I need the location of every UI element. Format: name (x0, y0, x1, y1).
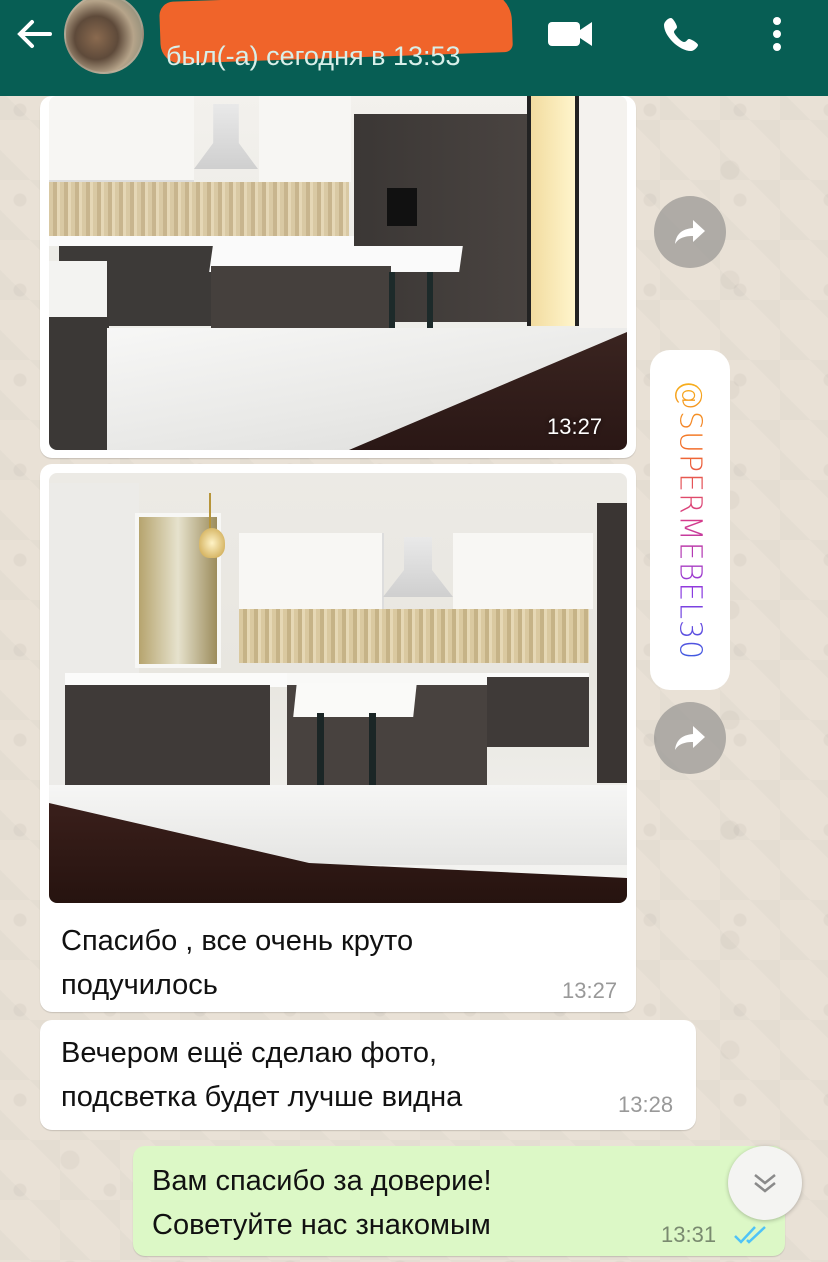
chevron-double-down-icon (754, 1174, 776, 1193)
message-bubble-text[interactable]: Вечером ещё сделаю фото, подсветка будет… (40, 1020, 696, 1130)
video-camera-icon[interactable] (546, 12, 596, 56)
watermark-text: @SUPERMEBEL30 (672, 379, 708, 661)
message-time: 13:27 (562, 978, 618, 1003)
phone-icon[interactable] (656, 12, 706, 56)
forward-icon (675, 220, 705, 244)
more-vertical-icon[interactable] (752, 12, 802, 56)
message-bubble-image-caption[interactable]: Спасибо , все очень круто подучилось 13:… (40, 464, 636, 1012)
scroll-to-bottom-button[interactable] (728, 1146, 802, 1220)
kitchen-photo[interactable] (49, 473, 627, 903)
message-bubble-image[interactable]: 13:27 (40, 96, 636, 458)
message-text-line-2: подсветка будет лучше видна (61, 1081, 463, 1113)
forward-button[interactable] (654, 196, 726, 268)
message-time: 13:28 (618, 1092, 674, 1117)
message-text-line-1: Вам спасибо за доверие! (152, 1165, 492, 1197)
message-caption-line-1: Спасибо , все очень круто (61, 925, 414, 957)
message-time: 13:31 (661, 1222, 717, 1247)
avatar[interactable] (64, 0, 144, 74)
chat-header: был(-а) сегодня в 13:53 (0, 0, 828, 96)
instagram-watermark: @SUPERMEBEL30 (650, 350, 730, 690)
kitchen-photo[interactable]: 13:27 (49, 96, 627, 450)
last-seen-status: был(-а) сегодня в 13:53 (166, 41, 461, 71)
message-time: 13:27 (547, 414, 603, 439)
arrow-left-icon[interactable] (14, 16, 54, 52)
read-ticks-icon (733, 1224, 769, 1251)
forward-icon (675, 726, 705, 750)
message-text-line-1: Вечером ещё сделаю фото, (61, 1037, 438, 1069)
forward-button[interactable] (654, 702, 726, 774)
message-caption-line-2: подучилось (61, 969, 218, 1001)
message-text-line-2: Советуйте нас знакомым (152, 1209, 491, 1241)
message-bubble-outgoing[interactable]: Вам спасибо за доверие! Советуйте нас зн… (133, 1146, 785, 1256)
